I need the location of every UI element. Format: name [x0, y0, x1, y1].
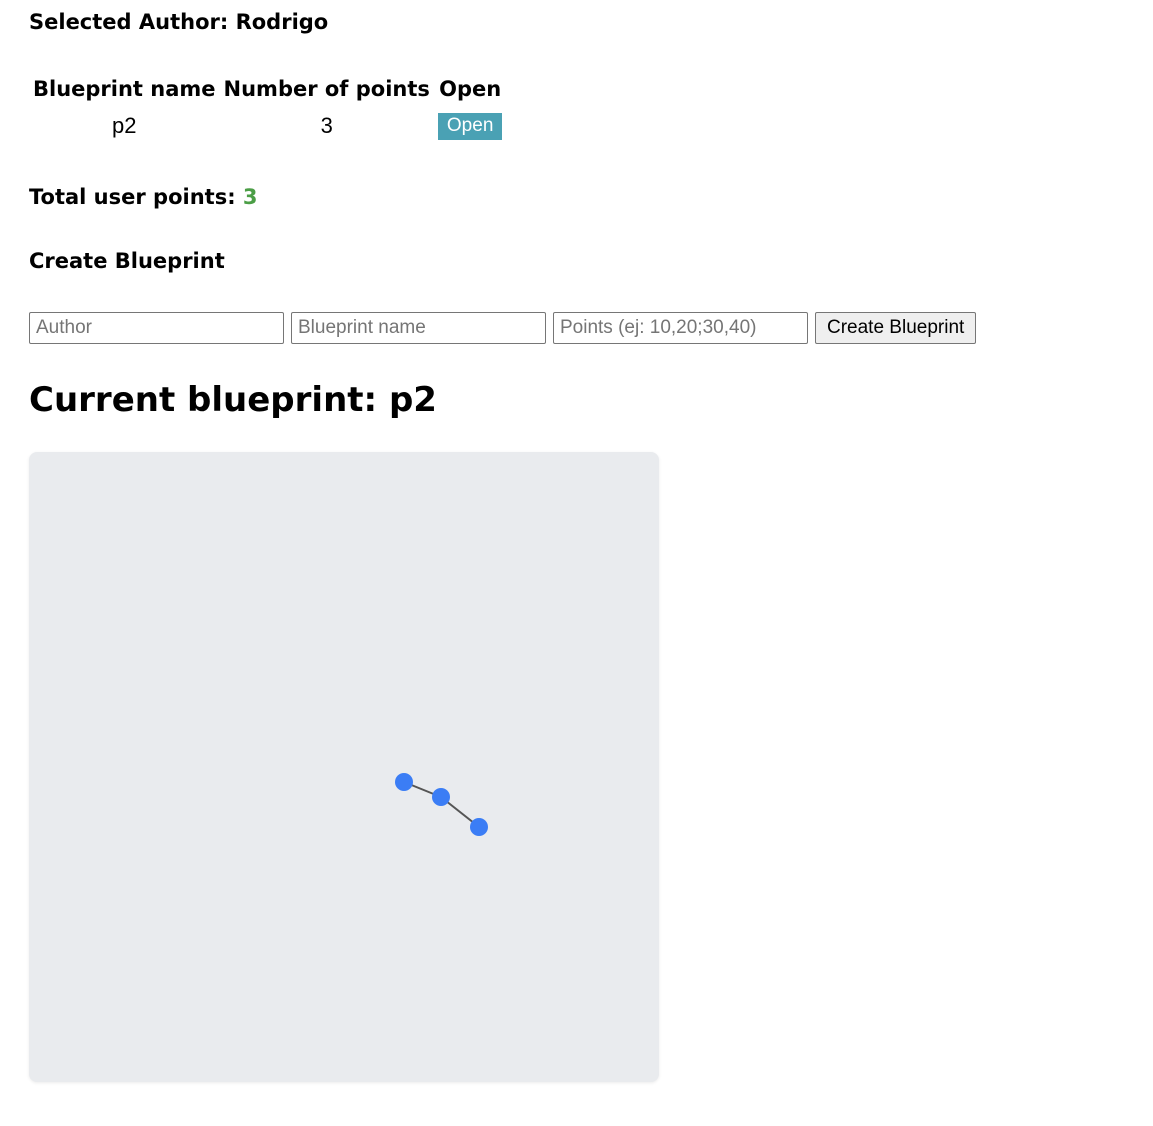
- total-user-points: Total user points: 3: [29, 185, 258, 209]
- points-input[interactable]: [553, 312, 808, 344]
- selected-author-label: Selected Author:: [29, 10, 229, 34]
- author-input[interactable]: [29, 312, 284, 344]
- total-points-value: 3: [242, 185, 258, 209]
- blueprint-drawing: [395, 773, 488, 836]
- blueprint-point: [432, 788, 450, 806]
- total-points-label: Total user points:: [29, 185, 236, 209]
- blueprint-name-input[interactable]: [291, 312, 546, 344]
- blueprint-point: [395, 773, 413, 791]
- header-blueprint-name: Blueprint name: [33, 77, 216, 101]
- header-number-of-points: Number of points: [223, 77, 430, 101]
- table-header-row: Blueprint name Number of points Open: [29, 75, 506, 109]
- selected-author-name: Rodrigo: [235, 10, 329, 34]
- header-open: Open: [439, 77, 502, 101]
- blueprint-point: [470, 818, 488, 836]
- row-blueprint-name: p2: [112, 112, 137, 138]
- table-row: p2 3 Open: [29, 109, 506, 142]
- current-blueprint-name: p2: [388, 380, 437, 420]
- selected-author-heading: Selected Author: Rodrigo: [29, 10, 328, 34]
- create-blueprint-form: Create Blueprint: [29, 312, 977, 344]
- row-open-cell: Open: [434, 109, 506, 142]
- open-blueprint-button[interactable]: Open: [437, 113, 503, 140]
- blueprints-table: Blueprint name Number of points Open p2 …: [29, 75, 506, 142]
- current-blueprint-label: Current blueprint:: [29, 380, 378, 420]
- current-blueprint-heading: Current blueprint: p2: [29, 380, 437, 420]
- row-number-of-points: 3: [320, 112, 333, 138]
- create-blueprint-title: Create Blueprint: [29, 249, 225, 273]
- blueprint-canvas[interactable]: [29, 452, 659, 1082]
- create-blueprint-button[interactable]: Create Blueprint: [815, 312, 977, 344]
